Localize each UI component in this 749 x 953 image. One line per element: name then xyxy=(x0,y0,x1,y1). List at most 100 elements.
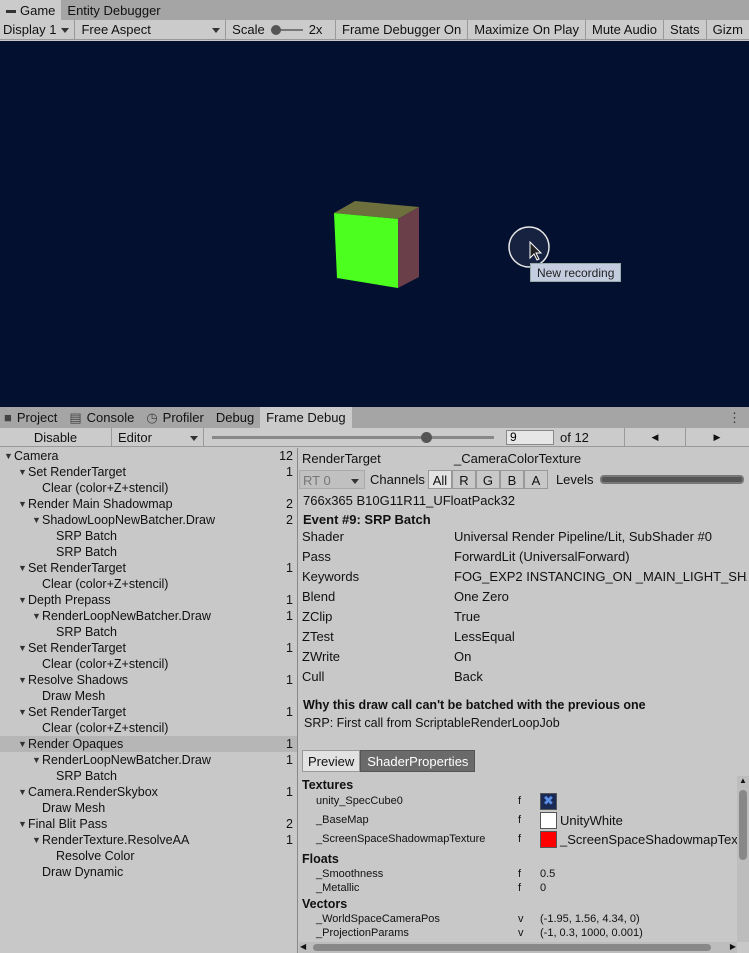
rt-select[interactable]: RT 0 xyxy=(299,470,365,489)
event-property-row: ZWrite On xyxy=(302,647,747,667)
horizontal-scrollbar[interactable]: ◀ ▶ xyxy=(299,942,737,953)
tree-row-label: Clear (color+Z+stencil) xyxy=(42,721,169,735)
tab-entity-debugger[interactable]: Entity Debugger xyxy=(61,0,166,20)
tab-game[interactable]: ▬ Game xyxy=(0,0,62,20)
tree-row-count: 1 xyxy=(286,673,293,687)
expand-arrow-icon[interactable]: ▼ xyxy=(32,608,41,624)
tab-preview[interactable]: Preview xyxy=(302,750,361,772)
expand-arrow-icon[interactable]: ▼ xyxy=(18,816,27,832)
event-index-field[interactable] xyxy=(506,429,554,445)
disable-button[interactable]: Disable xyxy=(0,428,112,446)
tab-shader-properties[interactable]: ShaderProperties xyxy=(360,750,476,772)
scale-slider[interactable] xyxy=(270,24,303,35)
texture-thumbnail[interactable] xyxy=(540,812,557,829)
tree-row[interactable]: ▼ Set RenderTarget 1 xyxy=(0,640,297,656)
expand-arrow-icon[interactable]: ▼ xyxy=(32,752,41,768)
vertical-scrollbar-thumb[interactable] xyxy=(739,790,747,860)
tree-row-count: 1 xyxy=(286,641,293,655)
stats-toggle[interactable]: Stats xyxy=(664,20,707,39)
tree-row[interactable]: Clear (color+Z+stencil) xyxy=(0,656,297,672)
tree-row[interactable]: SRP Batch xyxy=(0,528,297,544)
tree-row[interactable]: ▼ Camera.RenderSkybox 1 xyxy=(0,784,297,800)
expand-arrow-icon[interactable]: ▼ xyxy=(18,704,27,720)
channel-button[interactable]: All xyxy=(427,470,452,489)
expand-arrow-icon[interactable]: ▼ xyxy=(18,496,27,512)
tree-row[interactable]: ▼ Final Blit Pass 2 xyxy=(0,816,297,832)
channel-button[interactable]: G xyxy=(475,470,500,489)
tree-row[interactable]: Clear (color+Z+stencil) xyxy=(0,576,297,592)
tree-row[interactable]: SRP Batch xyxy=(0,544,297,560)
expand-arrow-icon[interactable]: ▼ xyxy=(18,736,27,752)
tab-profiler[interactable]: ◷ Profiler xyxy=(140,408,210,428)
tree-row[interactable]: SRP Batch xyxy=(0,768,297,784)
scroll-left-icon[interactable]: ◀ xyxy=(300,942,306,951)
expand-arrow-icon[interactable]: ▼ xyxy=(4,448,13,464)
scale-slider-thumb[interactable] xyxy=(270,24,281,35)
game-view[interactable]: New recording xyxy=(0,41,749,407)
next-event-button[interactable]: ▶ xyxy=(686,428,748,446)
expand-arrow-icon[interactable]: ▼ xyxy=(32,832,41,848)
tree-row[interactable]: Draw Dynamic xyxy=(0,864,297,880)
tab-frame-debug[interactable]: Frame Debug xyxy=(260,407,352,428)
channel-button[interactable]: B xyxy=(499,470,524,489)
tree-row[interactable]: ▼ Set RenderTarget 1 xyxy=(0,560,297,576)
prev-event-button[interactable]: ◀ xyxy=(624,428,686,446)
tree-row[interactable]: ▼ RenderTexture.ResolveAA 1 xyxy=(0,832,297,848)
channel-button[interactable]: A xyxy=(523,470,548,489)
tree-row[interactable]: ▼ Depth Prepass 1 xyxy=(0,592,297,608)
editor-dropdown[interactable]: Editor xyxy=(112,428,204,446)
tree-row[interactable]: Resolve Color xyxy=(0,848,297,864)
expand-arrow-icon[interactable]: ▼ xyxy=(18,784,27,800)
expand-arrow-icon[interactable]: ▼ xyxy=(18,464,27,480)
scroll-up-icon[interactable]: ▲ xyxy=(739,776,747,785)
cubemap-thumbnail[interactable]: ✖ xyxy=(540,793,557,810)
scroll-right-icon[interactable]: ▶ xyxy=(730,942,736,951)
tab-debug[interactable]: Debug xyxy=(210,408,260,428)
recording-cursor-ring xyxy=(508,226,550,268)
shader-property-row: _ProjectionParams v (-1, 0.3, 1000, 0.001) xyxy=(302,925,734,941)
levels-slider[interactable] xyxy=(599,475,744,484)
tree-row[interactable]: ▼ ShadowLoopNewBatcher.Draw 2 xyxy=(0,512,297,528)
console-icon: ▤ xyxy=(69,409,82,425)
tree-row[interactable]: ▼ Resolve Shadows 1 xyxy=(0,672,297,688)
tree-row[interactable]: Clear (color+Z+stencil) xyxy=(0,720,297,736)
expand-arrow-icon[interactable]: ▼ xyxy=(32,512,41,528)
tree-row[interactable]: ▼ Render Main Shadowmap 2 xyxy=(0,496,297,512)
tree-row-label: ShadowLoopNewBatcher.Draw xyxy=(42,513,216,527)
display-dropdown[interactable]: Display 1 xyxy=(0,20,76,39)
tree-row[interactable]: Draw Mesh xyxy=(0,688,297,704)
shader-property-name: _ScreenSpaceShadowmapTexture xyxy=(316,833,486,845)
scale-control[interactable]: Scale 2x xyxy=(226,20,336,39)
channel-button[interactable]: R xyxy=(451,470,476,489)
tree-row[interactable]: ▼ Camera 12 xyxy=(0,448,297,464)
tree-row[interactable]: ▼ Render Opaques 1 xyxy=(0,736,297,752)
horizontal-scrollbar-thumb[interactable] xyxy=(313,944,711,951)
expand-arrow-icon[interactable]: ▼ xyxy=(18,560,27,576)
tab-console[interactable]: ▤ Console xyxy=(63,408,140,428)
vertical-scrollbar[interactable]: ▲ xyxy=(737,776,749,942)
texture-thumbnail[interactable] xyxy=(540,831,557,848)
tree-row[interactable]: ▼ Set RenderTarget 1 xyxy=(0,704,297,720)
tree-row[interactable]: ▼ RenderLoopNewBatcher.Draw 1 xyxy=(0,608,297,624)
tree-row-label: Depth Prepass xyxy=(28,593,111,607)
gizmos-dropdown[interactable]: Gizm xyxy=(707,20,749,39)
frame-debugger-toggle[interactable]: Frame Debugger On xyxy=(336,20,469,39)
tree-row[interactable]: Draw Mesh xyxy=(0,800,297,816)
tree-row-label: SRP Batch xyxy=(56,545,117,559)
tree-row[interactable]: ▼ RenderLoopNewBatcher.Draw 1 xyxy=(0,752,297,768)
event-slider[interactable] xyxy=(208,428,498,446)
event-slider-thumb[interactable] xyxy=(420,431,432,443)
tree-row[interactable]: ▼ Set RenderTarget 1 xyxy=(0,464,297,480)
aspect-dropdown[interactable]: Free Aspect xyxy=(75,20,227,39)
tree-row[interactable]: SRP Batch xyxy=(0,624,297,640)
expand-arrow-icon[interactable]: ▼ xyxy=(18,592,27,608)
scale-value: 2x xyxy=(308,22,323,37)
maximize-on-play-toggle[interactable]: Maximize On Play xyxy=(468,20,586,39)
expand-arrow-icon[interactable]: ▼ xyxy=(18,640,27,656)
tree-row-label: Render Main Shadowmap xyxy=(28,497,173,511)
mute-audio-toggle[interactable]: Mute Audio xyxy=(586,20,665,39)
tree-row[interactable]: Clear (color+Z+stencil) xyxy=(0,480,297,496)
more-options-icon[interactable]: ⋮ xyxy=(728,410,749,426)
tab-project[interactable]: ■ Project xyxy=(0,408,63,428)
expand-arrow-icon[interactable]: ▼ xyxy=(18,672,27,688)
